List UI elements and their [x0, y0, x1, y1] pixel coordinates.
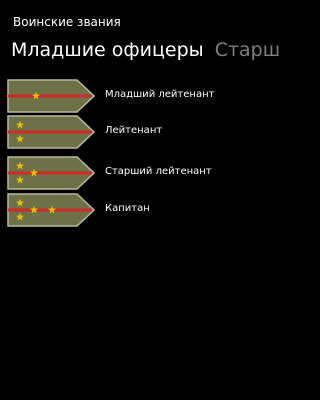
rank-item-senior-lieutenant[interactable]: Старший лейтенант [0, 155, 240, 191]
pivot-tab-senior-officers[interactable]: Старш [215, 37, 280, 63]
rank-label: Старший лейтенант [105, 166, 212, 177]
shoulder-strap-3-stars-icon [7, 156, 95, 190]
rank-item-captain[interactable]: Капитан [0, 192, 240, 228]
shoulder-strap-2-stars-icon [7, 115, 95, 149]
app-title: Воинские звания [13, 15, 121, 29]
strap-stripe [8, 94, 92, 98]
rank-label: Младший лейтенант [105, 89, 215, 100]
rank-label: Лейтенант [105, 125, 163, 136]
shoulder-strap-4-stars-icon [7, 193, 95, 227]
rank-item-junior-lieutenant[interactable]: Младший лейтенант [0, 78, 240, 114]
rank-label: Капитан [105, 203, 150, 214]
pivot-header-bar: Младшие офицеры Старш [11, 37, 291, 63]
strap-stripe [8, 130, 92, 134]
pivot-tab-junior-officers[interactable]: Младшие офицеры [11, 37, 204, 63]
rank-item-lieutenant[interactable]: Лейтенант [0, 114, 240, 150]
shoulder-strap-1-star-icon [7, 79, 95, 113]
strap-stripe [8, 171, 92, 175]
